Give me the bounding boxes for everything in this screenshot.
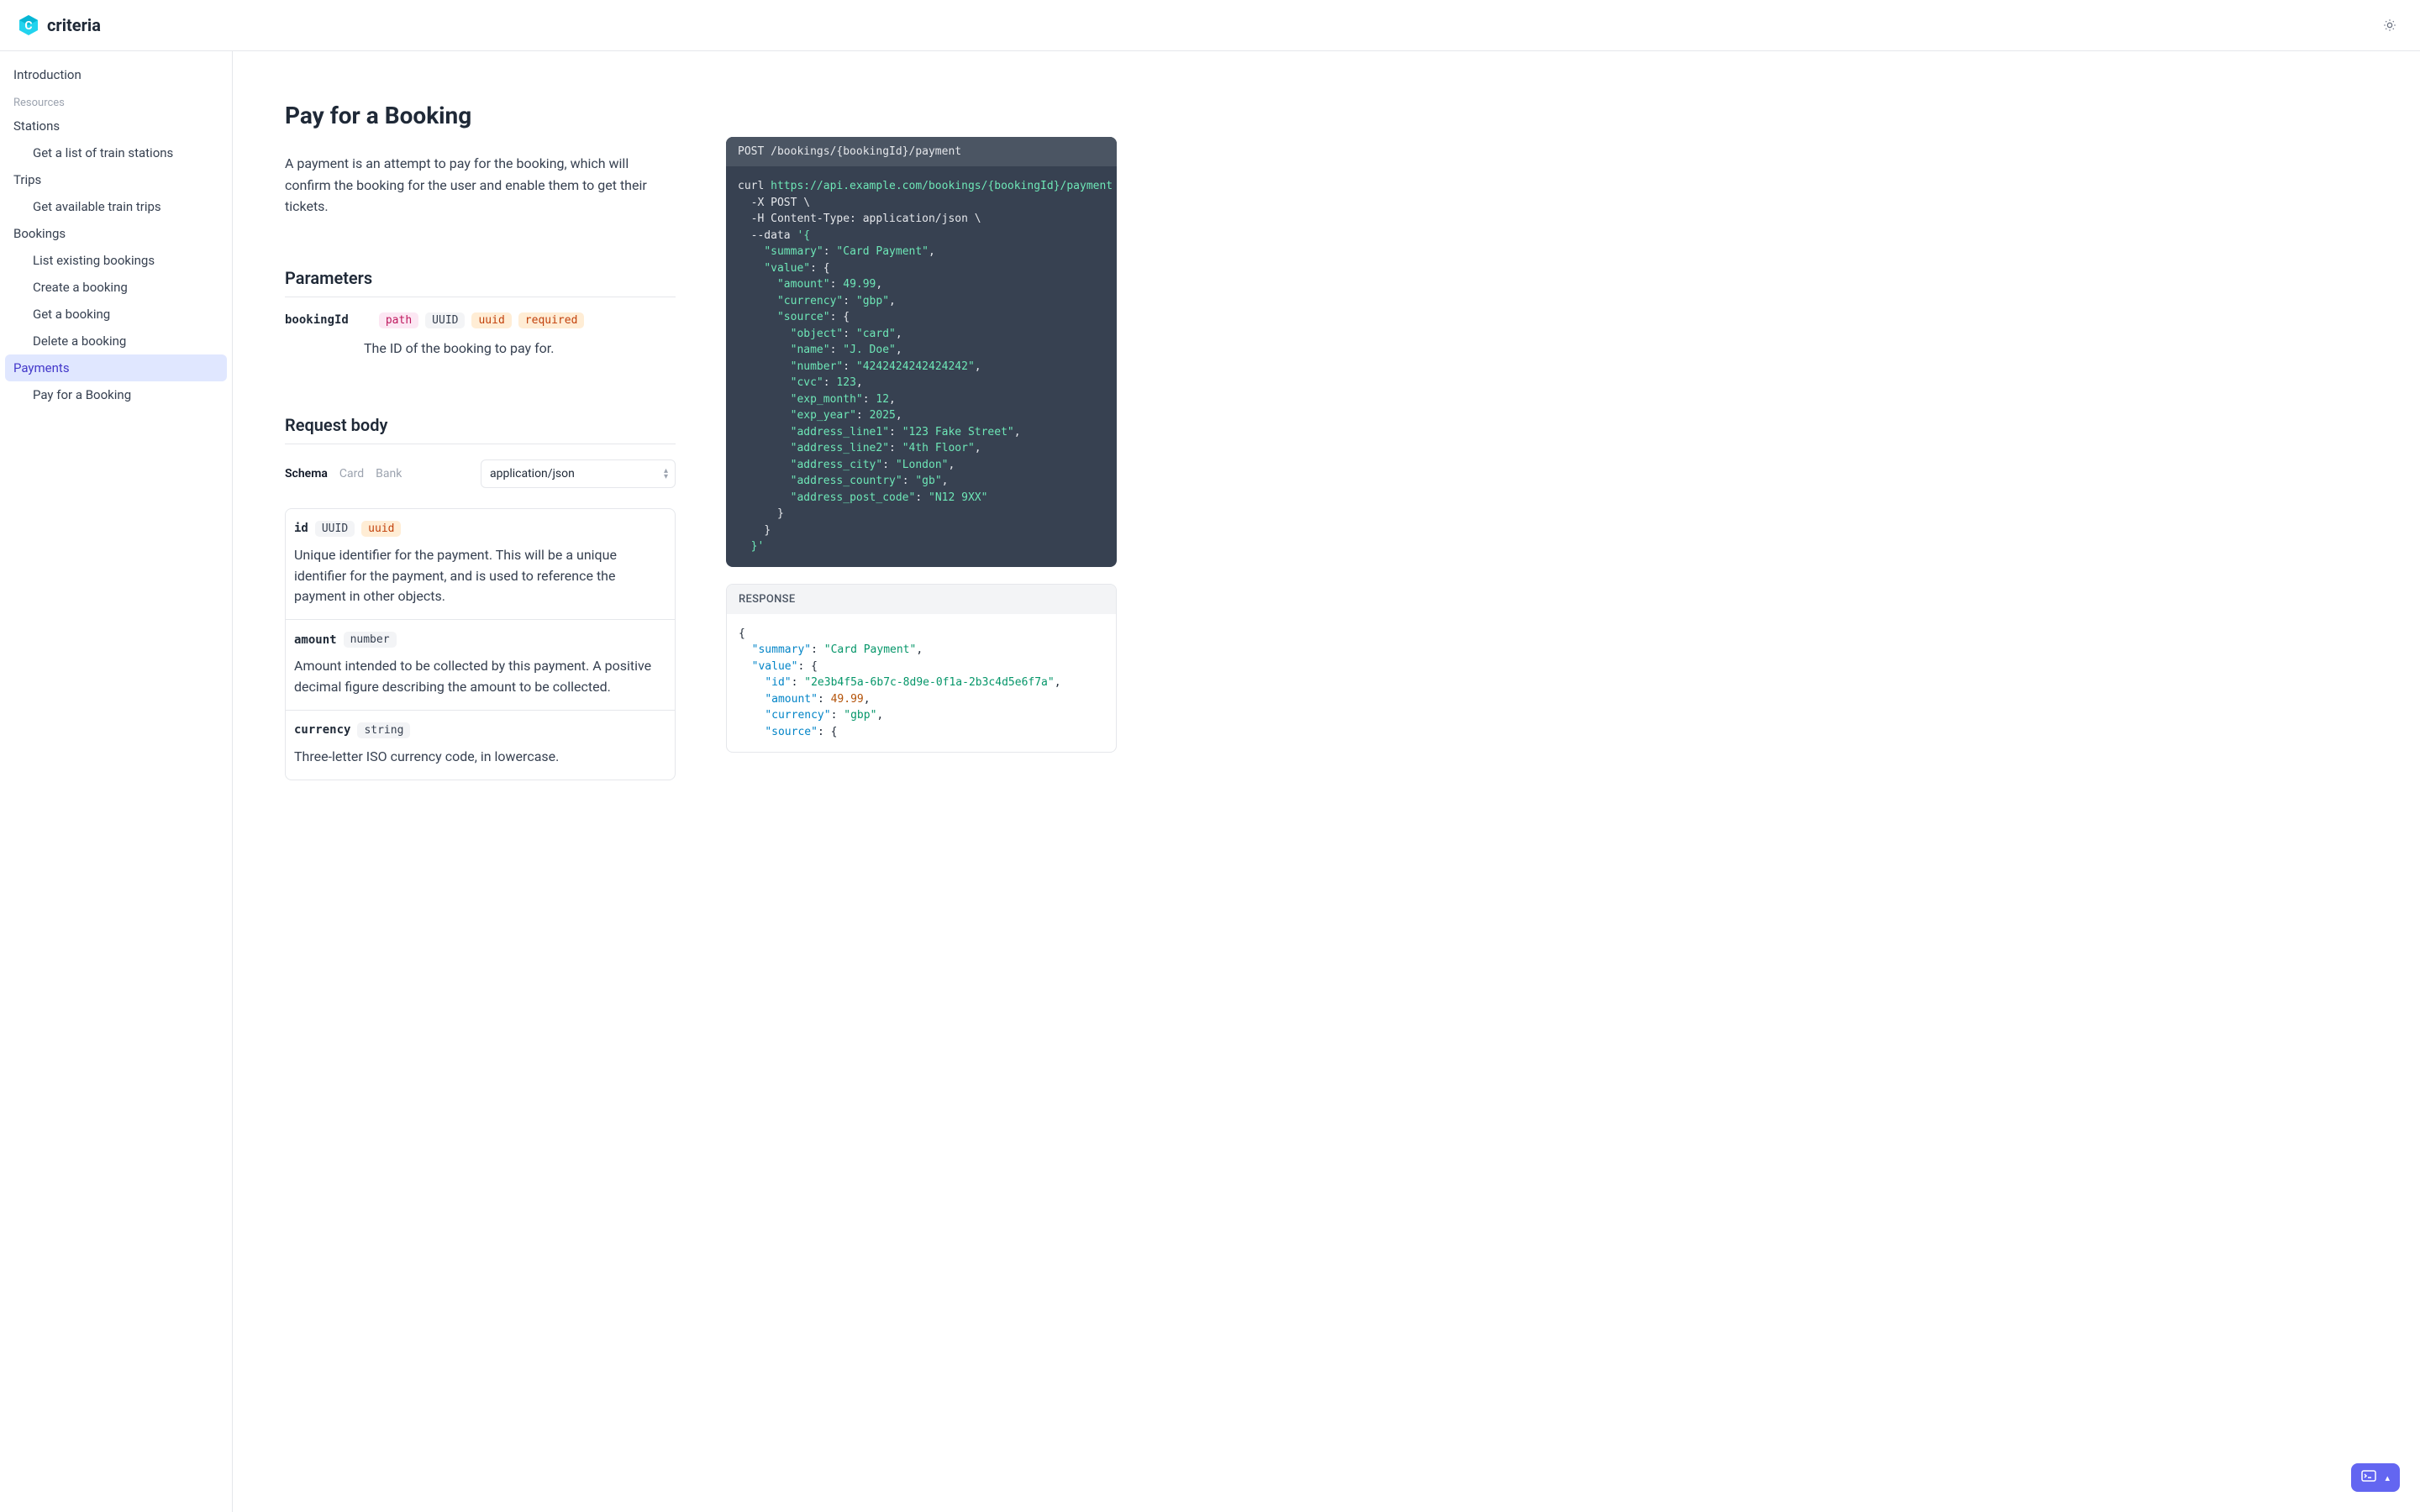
field-type: UUID (315, 521, 355, 537)
logo-icon: C (17, 13, 40, 37)
param-badge-path: path (379, 312, 418, 328)
parameters-heading: Parameters (285, 268, 676, 297)
select-chevrons-icon: ▴▾ (664, 468, 668, 480)
field-name: currency (294, 723, 350, 737)
response-header: RESPONSE (727, 585, 1116, 614)
tab-schema[interactable]: Schema (285, 467, 328, 480)
param-description: The ID of the booking to pay for. (285, 340, 676, 356)
field-amount: amount number Amount intended to be coll… (286, 620, 675, 711)
chevron-up-icon: ▴ (2385, 1473, 2390, 1483)
sidebar-item-trips[interactable]: Trips (5, 166, 227, 193)
sidebar-item-payments[interactable]: Payments (5, 354, 227, 381)
brand-logo[interactable]: C criteria (17, 13, 101, 37)
theme-toggle-button[interactable] (2376, 12, 2403, 39)
field-name: amount (294, 633, 337, 647)
tab-bank[interactable]: Bank (376, 467, 402, 480)
floating-widget-button[interactable]: ▴ (2351, 1463, 2400, 1492)
content-type-value: application/json (490, 467, 575, 480)
response-sample: RESPONSE { "summary": "Card Payment", "v… (726, 584, 1117, 753)
request-sample: POST /bookings/{bookingId}/payment curl … (726, 137, 1117, 567)
sidebar-section-resources: Resources (5, 88, 227, 113)
field-format: uuid (361, 521, 401, 537)
sidebar-item-stations[interactable]: Stations (5, 113, 227, 139)
param-badge-required: required (518, 312, 585, 328)
svg-text:C: C (24, 19, 32, 33)
sidebar-item-bookings-create[interactable]: Create a booking (5, 274, 227, 301)
page-title: Pay for a Booking (285, 102, 676, 129)
param-badge-format: uuid (471, 312, 511, 328)
request-body-heading: Request body (285, 415, 676, 444)
field-currency: currency string Three-letter ISO currenc… (286, 711, 675, 780)
sidebar-item-bookings[interactable]: Bookings (5, 220, 227, 247)
field-type: number (344, 632, 397, 648)
sidebar-item-stations-list[interactable]: Get a list of train stations (5, 139, 227, 166)
page-description: A payment is an attempt to pay for the b… (285, 153, 676, 218)
param-name: bookingId (285, 313, 349, 327)
sidebar-nav: Introduction Resources Stations Get a li… (0, 51, 233, 1512)
sidebar-item-bookings-list[interactable]: List existing bookings (5, 247, 227, 274)
tab-card[interactable]: Card (339, 467, 364, 480)
brand-name: criteria (47, 15, 101, 35)
param-bookingid: bookingId path UUID uuid required The ID… (285, 297, 676, 365)
sidebar-item-payments-pay[interactable]: Pay for a Booking (5, 381, 227, 408)
field-description: Amount intended to be collected by this … (294, 656, 666, 698)
response-body[interactable]: { "summary": "Card Payment", "value": { … (727, 614, 1116, 753)
terminal-icon (2361, 1470, 2376, 1485)
content-type-select[interactable]: application/json ▴▾ (481, 459, 676, 488)
field-id: id UUID uuid Unique identifier for the p… (286, 509, 675, 620)
schema-box: id UUID uuid Unique identifier for the p… (285, 508, 676, 780)
field-description: Three-letter ISO currency code, in lower… (294, 747, 666, 768)
request-body[interactable]: curl https://api.example.com/bookings/{b… (726, 166, 1117, 567)
sidebar-item-bookings-get[interactable]: Get a booking (5, 301, 227, 328)
field-name: id (294, 522, 308, 535)
param-badge-type: UUID (425, 312, 465, 328)
request-header: POST /bookings/{bookingId}/payment (726, 137, 1117, 166)
sidebar-item-bookings-delete[interactable]: Delete a booking (5, 328, 227, 354)
sidebar-item-trips-available[interactable]: Get available train trips (5, 193, 227, 220)
field-description: Unique identifier for the payment. This … (294, 545, 666, 607)
sidebar-item-introduction[interactable]: Introduction (5, 61, 227, 88)
field-type: string (357, 722, 410, 738)
